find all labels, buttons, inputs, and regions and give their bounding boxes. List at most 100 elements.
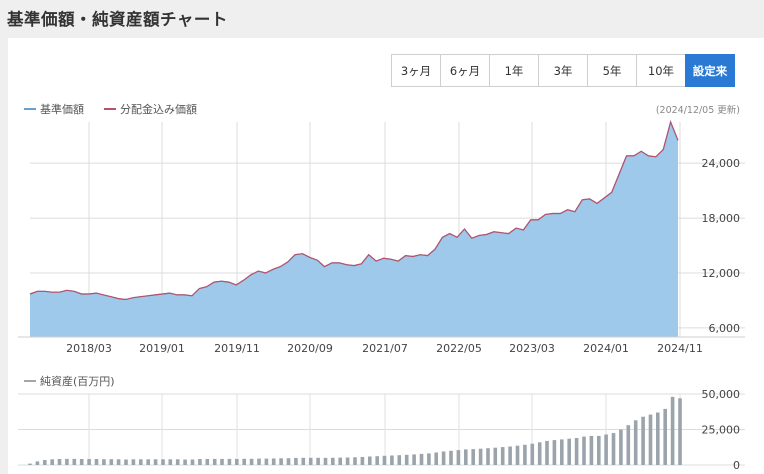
update-note: (2024/12/05 更新) <box>656 104 740 116</box>
y-tick-label: 24,000 <box>702 157 741 170</box>
net-assets-bar <box>116 459 121 465</box>
net-assets-bar <box>641 416 645 465</box>
y-tick-label: 12,000 <box>702 267 741 280</box>
net-assets-bar <box>28 463 32 465</box>
net-assets-bar <box>619 429 623 465</box>
net-assets-bar <box>264 458 269 465</box>
net-assets-bar <box>271 458 276 465</box>
net-assets-bar <box>212 458 217 465</box>
net-assets-bar <box>353 457 357 465</box>
net-assets-bar <box>611 433 616 465</box>
net-assets-bar <box>663 408 667 465</box>
net-assets-bar <box>249 458 254 465</box>
net-assets-bar <box>552 440 557 465</box>
net-assets-bar <box>500 447 505 465</box>
net-assets-bar <box>375 456 379 465</box>
y-tick-label: 18,000 <box>702 212 741 225</box>
net-assets-bar <box>390 455 394 465</box>
x-tick-label: 2018/03 <box>66 342 112 355</box>
net-assets-bar <box>633 420 638 465</box>
net-assets-bar <box>478 448 483 465</box>
net-assets-bar <box>72 458 77 465</box>
net-assets-bar <box>286 458 291 465</box>
net-assets-bar <box>316 457 320 465</box>
chart-svg: 基準価額 分配金込み価額 (2024/12/05 更新) 6,000 12,000… <box>18 102 745 472</box>
x-tick-label: 2021/07 <box>362 342 408 355</box>
nav-chart: 6,000 12,000 18,000 24,000 2018/03 2019/01 201… <box>18 120 745 355</box>
bar-y-tick-label: 50,000 <box>702 388 741 401</box>
net-assets-bar <box>109 459 114 465</box>
net-assets-bar <box>589 435 594 465</box>
net-assets-bar <box>139 459 143 465</box>
net-assets-bar <box>537 442 542 465</box>
net-assets-bar <box>523 444 527 465</box>
net-assets-bar <box>441 451 446 465</box>
net-assets-bar <box>94 459 99 465</box>
x-tick-label: 2024/11 <box>657 342 703 355</box>
net-assets-bar <box>648 414 653 465</box>
net-assets-bar <box>471 449 475 465</box>
net-assets-bar <box>419 453 424 465</box>
x-tick-label: 2019/01 <box>139 342 185 355</box>
net-assets-bar <box>582 436 586 465</box>
net-assets-bar <box>87 459 91 465</box>
net-assets-bar <box>205 459 210 465</box>
net-assets-bar <box>79 459 84 465</box>
net-assets-bar <box>670 396 675 465</box>
net-assets-bar <box>597 435 601 465</box>
net-assets-bar <box>153 459 158 465</box>
net-assets-bar <box>323 457 328 465</box>
x-tick-label: 2019/11 <box>214 342 260 355</box>
net-assets-bar <box>102 459 106 465</box>
net-assets-bar <box>331 457 335 465</box>
net-assets-bar <box>560 439 564 465</box>
net-assets-bar <box>301 457 306 465</box>
net-assets-bar <box>308 457 313 465</box>
net-assets-bar <box>464 449 468 465</box>
net-assets-bar <box>360 457 365 465</box>
net-assets-bar <box>449 450 453 465</box>
net-assets-bar <box>493 447 498 465</box>
net-assets-bar <box>190 459 195 465</box>
net-assets-bar <box>486 448 490 465</box>
net-assets-bar <box>368 456 372 465</box>
net-assets-bar <box>175 459 180 465</box>
net-assets-bar <box>656 412 660 465</box>
net-assets-bar <box>65 458 69 465</box>
net-assets-bar <box>220 458 224 465</box>
nav-area <box>30 122 678 337</box>
net-assets-bar <box>412 454 416 465</box>
net-assets-bar <box>434 452 438 465</box>
net-assets-bar <box>183 459 187 465</box>
net-assets-bar <box>279 458 283 465</box>
net-assets-bar <box>404 454 409 465</box>
net-assets-bar <box>161 459 165 465</box>
net-assets-bar <box>678 398 682 465</box>
net-assets-bar <box>530 443 535 465</box>
legend-assets-label: 純資産(百万円) <box>40 375 115 388</box>
x-tick-label: 2022/05 <box>436 342 482 355</box>
net-assets-bar <box>345 457 350 465</box>
y-tick-label: 6,000 <box>709 322 741 335</box>
legend-nav-label: 基準価額 <box>40 102 84 116</box>
net-assets-bar <box>456 450 461 465</box>
net-assets-bar <box>146 459 150 465</box>
net-assets-bar <box>257 458 261 465</box>
net-assets-bar <box>50 459 54 465</box>
legend-dist-label: 分配金込み価額 <box>120 102 197 116</box>
net-assets-chart: 0 25,000 50,000 <box>18 388 745 472</box>
net-assets-bar <box>427 453 431 465</box>
x-tick-label: 2024/01 <box>583 342 629 355</box>
net-assets-bar <box>168 459 173 465</box>
net-assets-bar <box>124 459 128 465</box>
net-assets-bar <box>235 458 239 465</box>
net-assets-bar <box>508 446 512 465</box>
net-assets-bar <box>604 434 608 465</box>
net-assets-bar <box>242 458 246 465</box>
net-assets-bar <box>198 459 202 465</box>
net-assets-bar <box>574 438 579 465</box>
net-assets-bar <box>338 457 342 465</box>
bar-y-tick-label: 0 <box>733 459 740 472</box>
x-tick-label: 2020/09 <box>287 342 333 355</box>
net-assets-bar <box>294 457 298 465</box>
